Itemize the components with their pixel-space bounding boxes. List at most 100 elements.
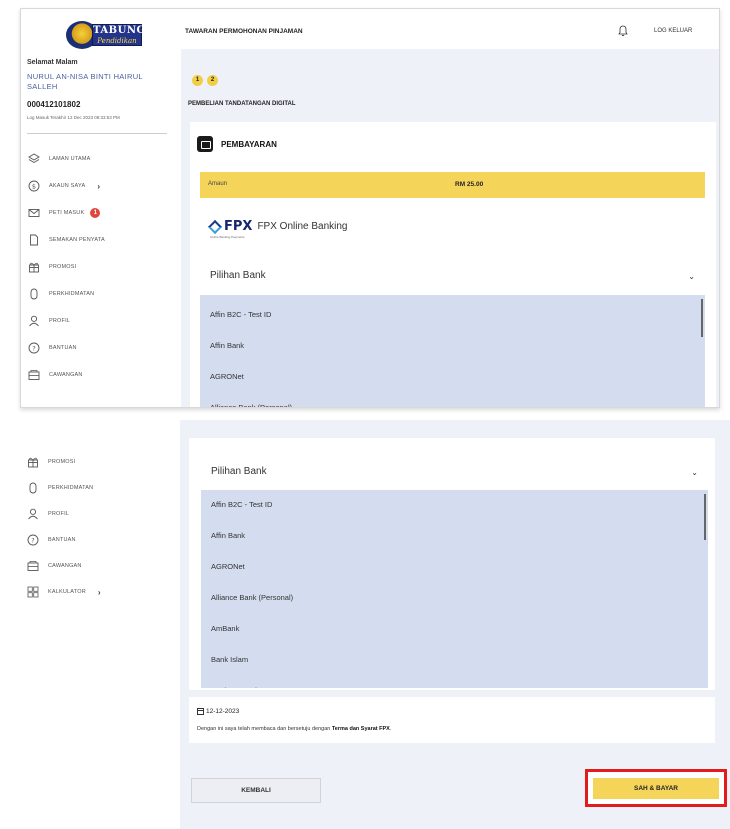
fpx-text: FPX Online Banking [257,221,348,232]
bank-option[interactable]: Alliance Bank (Personal) [211,593,293,602]
sidebar-item-profil[interactable]: PROFIL [27,313,177,329]
sidebar-item-promosi[interactable]: PROMOSI [27,259,177,275]
back-button[interactable]: KEMBALI [191,778,321,803]
sidebar-item-label: PROFIL [49,318,71,324]
sidebar-item-akaun-saya[interactable]: $ AKAUN SAYA › [27,178,177,194]
confirm-pay-button[interactable]: SAH & BAYAR [593,778,719,799]
bank-option[interactable]: Affin Bank [211,531,245,540]
bank-option[interactable]: Bank Islam [211,655,248,664]
bank-option[interactable]: AmBank [211,624,239,633]
calendar-icon [197,708,204,715]
dollar-icon: $ [27,180,40,193]
user-name: NURUL AN-NISA BINTI HAIRUL SALLEH [27,72,143,91]
bank-select[interactable]: Pilihan Bank ⌄ [201,462,708,482]
scrollbar-thumb[interactable] [704,494,706,540]
sidebar: TABUNG Pendidikan Selamat Malam NURUL AN… [21,9,181,407]
mail-icon [27,207,40,220]
section-title: PEMBELIAN TANDATANGAN DIGITAL [188,101,296,107]
screenshot-top: TABUNG Pendidikan Selamat Malam NURUL AN… [20,8,720,408]
terms-link[interactable]: Terma dan Syarat FPX [332,726,390,732]
sidebar-item-label: CAWANGAN [48,563,82,569]
svg-text:?: ? [32,344,35,352]
sidebar-item-perkhidmatan[interactable]: PERKHIDMATAN [26,480,176,496]
sidebar-item-label: PROFIL [48,511,70,517]
bank-option[interactable]: AGRONet [211,562,245,571]
sidebar-item-promosi[interactable]: PROMOSI [26,454,176,470]
fpx-diamond-icon [207,219,223,234]
sidebar-item-cawangan[interactable]: CAWANGAN [26,558,176,574]
bank-option[interactable]: Affin Bank [210,341,244,350]
fpx-logo: FPX FPX Online Banking [207,219,348,234]
step-2: 2 [207,75,218,86]
sidebar-item-bantuan[interactable]: ? BANTUAN [26,532,176,548]
sidebar-item-label: BANTUAN [48,537,76,543]
date-value: 12-12-2023 [206,708,240,715]
sidebar-item-label: PERKHIDMATAN [49,291,95,297]
sidebar-item-label: PETI MASUK [49,210,85,216]
sidebar-item-semakan-penyata[interactable]: SEMAKAN PENYATA [27,232,177,248]
gift-icon [26,456,39,469]
user-icon [27,315,40,328]
bank-option[interactable]: Affin B2C - Test ID [211,500,272,509]
user-id: 000412101802 [27,100,81,109]
greeting: Selamat Malam [27,59,78,66]
sidebar-item-label: LAMAN UTAMA [49,156,91,162]
sidebar-item-label: BANTUAN [49,345,77,351]
bell-icon[interactable] [618,25,628,37]
bank-list[interactable]: Affin B2C - Test ID Affin Bank AGRONet Alli… [200,295,705,407]
calculator-icon [26,586,39,599]
user-icon [26,508,39,521]
bank-select-label: Pilihan Bank [210,270,266,281]
fpx-subtitle: Online Banking Payments [210,235,245,239]
document-icon [27,234,40,247]
amount-value: RM 25.00 [455,181,484,188]
sidebar-item-label: KALKULATOR [48,589,86,595]
chevron-down-icon: ⌄ [691,468,698,477]
bank-option[interactable]: Affin B2C - Test ID [210,310,271,319]
sidebar-item-laman-utama[interactable]: LAMAN UTAMA [27,151,177,167]
payment-title: PEMBAYARAN [221,140,277,149]
sidebar-item-kalkulator[interactable]: KALKULATOR › [26,584,176,600]
divider [27,133,167,134]
sidebar-item-cawangan[interactable]: CAWANGAN [27,367,177,383]
svg-text:$: $ [31,182,35,190]
scrollbar-thumb[interactable] [701,299,703,337]
confirmation-card: 12-12-2023 Dengan ini saya telah membaca… [189,697,715,743]
bank-select-label: Pilihan Bank [211,466,267,477]
sidebar-item-perkhidmatan[interactable]: PERKHIDMATAN [27,286,177,302]
branch-icon [26,560,39,573]
bank-option[interactable]: Bank Muamalat [211,686,263,688]
fpx-mark: FPX [224,219,253,234]
sidebar-item-label: PERKHIDMATAN [48,485,94,491]
logo-line1: TABUNG [93,25,146,36]
bank-option[interactable]: Alliance Bank (Personal) [210,403,292,407]
sidebar-item-label: PROMOSI [49,264,77,270]
mouse-icon [27,288,40,301]
help-icon: ? [27,342,40,355]
logo-line2: Pendidikan [97,37,137,45]
amount-bar: Amaun RM 25.00 [200,172,705,198]
sidebar-item-label: AKAUN SAYA [49,183,86,189]
logout-link[interactable]: LOG KELUAR [654,28,692,34]
last-login: Log Masuk Terakhir 12 Dec 2023 08:33:53 … [27,115,120,120]
gift-icon [27,261,40,274]
chevron-down-icon: ⌄ [688,272,695,281]
wallet-icon [197,136,213,152]
layers-icon [27,153,40,166]
pay-button-highlight: SAH & BAYAR [585,769,727,807]
bank-select[interactable]: Pilihan Bank ⌄ [200,266,705,286]
terms-suffix: . [389,726,392,732]
bank-list[interactable]: Affin B2C - Test ID Affin Bank AGRONet Alli… [201,490,708,688]
date-row: 12-12-2023 [197,708,239,715]
notification-badge: 1 [90,208,101,218]
sidebar-item-bantuan[interactable]: ? BANTUAN [27,340,177,356]
terms-prefix: Dengan ini saya telah membaca dan berset… [197,726,332,732]
sidebar-item-peti-masuk[interactable]: PETI MASUK 1 [27,205,177,221]
bank-option[interactable]: AGRONet [210,372,244,381]
amount-label: Amaun [208,181,228,187]
mouse-icon [26,482,39,495]
sidebar-item-profil[interactable]: PROFIL [26,506,176,522]
sidebar-item-label: CAWANGAN [49,372,83,378]
tabung-logo: TABUNG Pendidikan [66,21,146,49]
help-icon: ? [26,534,39,547]
